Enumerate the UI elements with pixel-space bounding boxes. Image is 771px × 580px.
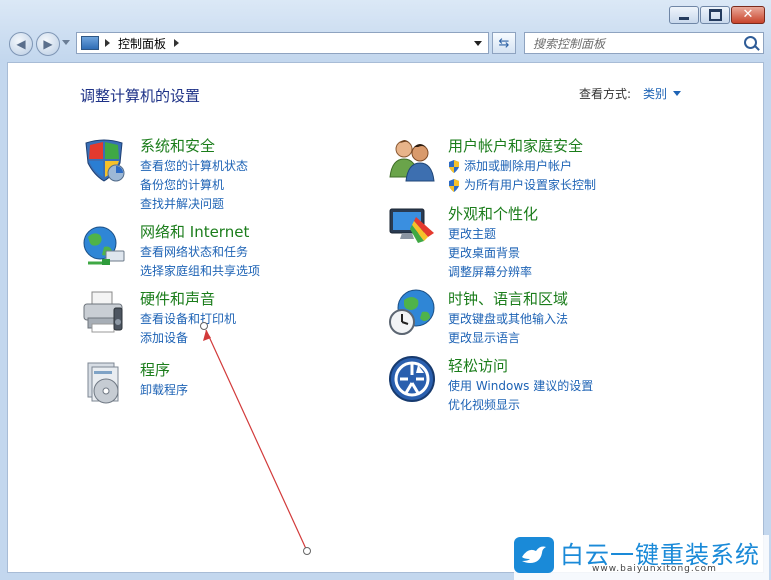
recent-pages-dropdown[interactable] — [62, 40, 70, 45]
caption-buttons: ✕ — [668, 6, 765, 24]
link-windows-recommended-settings[interactable]: 使用 Windows 建议的设置 — [448, 377, 593, 396]
page-title: 调整计算机的设置 — [80, 87, 201, 105]
chevron-right-icon[interactable] — [174, 39, 180, 47]
uac-shield-icon — [449, 179, 459, 192]
printer-icon[interactable] — [80, 288, 128, 336]
programs-icon[interactable] — [80, 359, 128, 407]
search-input[interactable] — [531, 34, 735, 54]
control-panel-window: ✕ ◀ ▶ 控制面板 ⇆ 调整计算机的设置 查看方式: 类别 — [0, 0, 771, 580]
link-optimize-video[interactable]: 优化视频显示 — [448, 396, 593, 415]
link-backup-computer[interactable]: 备份您的计算机 — [140, 176, 248, 195]
minimize-button[interactable] — [669, 6, 699, 24]
forward-button[interactable]: ▶ — [36, 32, 60, 56]
chevron-down-icon[interactable] — [673, 91, 681, 96]
link-uninstall-program[interactable]: 卸载程序 — [140, 381, 188, 400]
category-title[interactable]: 网络和 Internet — [140, 221, 249, 242]
address-bar[interactable]: 控制面板 — [76, 32, 489, 54]
view-by-label: 查看方式: — [579, 87, 632, 101]
address-dropdown-icon[interactable] — [474, 41, 482, 46]
view-by-dropdown[interactable]: 类别 — [643, 85, 667, 102]
category-title[interactable]: 程序 — [140, 359, 170, 380]
minimize-icon — [679, 16, 689, 20]
link-screen-resolution[interactable]: 调整屏幕分辨率 — [448, 263, 532, 282]
watermark-url: www.baiyunxitong.com — [592, 564, 717, 574]
category-title[interactable]: 硬件和声音 — [140, 288, 215, 309]
search-box[interactable] — [524, 32, 764, 54]
uac-shield-icon — [449, 160, 459, 173]
link-parental-controls[interactable]: 为所有用户设置家长控制 — [448, 176, 596, 195]
category-title[interactable]: 系统和安全 — [140, 135, 215, 156]
content-pane: 调整计算机的设置 查看方式: 类别 系统和安全 查看您的计算机状态 备份您的计算… — [7, 62, 764, 573]
bird-logo-icon — [514, 537, 554, 573]
link-add-device[interactable]: 添加设备 — [140, 329, 236, 348]
category-title[interactable]: 外观和个性化 — [448, 203, 538, 224]
link-change-input-method[interactable]: 更改键盘或其他输入法 — [448, 310, 568, 329]
maximize-icon — [708, 9, 722, 21]
refresh-button[interactable]: ⇆ — [492, 32, 516, 54]
search-icon[interactable] — [744, 36, 757, 49]
link-troubleshoot[interactable]: 查找并解决问题 — [140, 195, 248, 214]
shield-icon[interactable] — [80, 135, 128, 183]
link-view-network-status[interactable]: 查看网络状态和任务 — [140, 243, 260, 262]
close-icon: ✕ — [742, 7, 754, 22]
back-arrow-icon: ◀ — [16, 37, 26, 51]
maximize-button[interactable] — [700, 6, 730, 24]
clock-globe-icon[interactable] — [388, 288, 436, 336]
link-view-computer-status[interactable]: 查看您的计算机状态 — [140, 157, 248, 176]
monitor-icon[interactable] — [388, 203, 436, 251]
link-change-display-language[interactable]: 更改显示语言 — [448, 329, 568, 348]
watermark: 白云一键重装系统 www.baiyunxitong.com — [514, 535, 769, 580]
control-panel-icon — [81, 36, 99, 50]
globe-network-icon[interactable] — [80, 221, 128, 269]
category-title[interactable]: 用户帐户和家庭安全 — [448, 135, 583, 156]
link-homegroup-sharing[interactable]: 选择家庭组和共享选项 — [140, 262, 260, 281]
chevron-right-icon[interactable] — [105, 39, 110, 47]
forward-arrow-icon: ▶ — [43, 37, 53, 51]
navigation-bar: ◀ ▶ 控制面板 ⇆ — [0, 28, 771, 60]
link-label: 添加或删除用户帐户 — [464, 159, 573, 173]
close-button[interactable]: ✕ — [731, 6, 765, 24]
link-add-remove-accounts[interactable]: 添加或删除用户帐户 — [448, 157, 596, 176]
users-icon[interactable] — [388, 135, 436, 183]
refresh-icon: ⇆ — [498, 35, 510, 51]
category-title[interactable]: 时钟、语言和区域 — [448, 288, 568, 309]
link-label: 为所有用户设置家长控制 — [464, 178, 597, 192]
link-change-theme[interactable]: 更改主题 — [448, 225, 532, 244]
link-change-background[interactable]: 更改桌面背景 — [448, 244, 532, 263]
breadcrumb-control-panel[interactable]: 控制面板 — [118, 35, 166, 52]
link-devices-printers[interactable]: 查看设备和打印机 — [140, 310, 236, 329]
ease-of-access-icon[interactable] — [388, 355, 436, 403]
back-button[interactable]: ◀ — [9, 32, 33, 56]
category-title[interactable]: 轻松访问 — [448, 355, 508, 376]
